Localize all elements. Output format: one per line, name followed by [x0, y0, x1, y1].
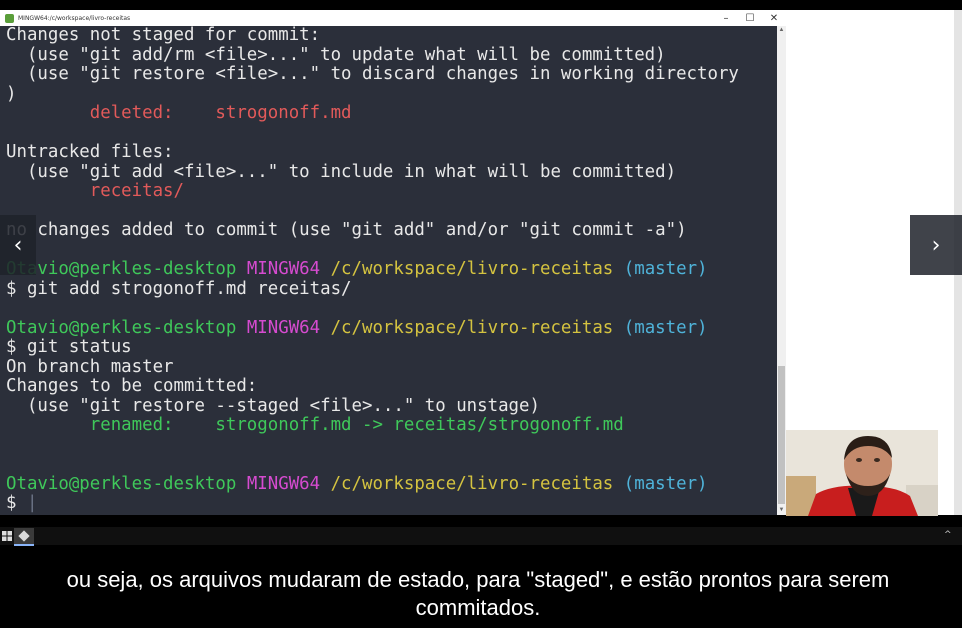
window-title: MINGW64:/c/workspace/livro-receitas: [18, 14, 131, 22]
terminal-line: ): [6, 83, 776, 105]
terminal-line: (use "git add/rm <file>..." to update wh…: [6, 44, 776, 66]
terminal-line: renamed: strogonoff.md -> receitas/strog…: [6, 415, 776, 436]
terminal-line: Changes to be committed:: [6, 376, 776, 397]
tray-expand-icon[interactable]: ^: [944, 530, 952, 540]
minimize-button[interactable]: –: [714, 10, 738, 26]
webcam-overlay: [786, 430, 938, 516]
windows-taskbar: ^: [0, 527, 962, 546]
video-subtitle: ou seja, os arquivos mudaram de estado, …: [18, 566, 938, 622]
terminal-text-segment: no changes added to commit (use "git add…: [6, 220, 687, 240]
git-bash-icon: [5, 13, 14, 23]
terminal-line: receitas/: [6, 181, 776, 202]
terminal-line: no changes added to commit (use "git add…: [6, 220, 776, 241]
terminal-text-segment: On branch master: [6, 356, 174, 377]
maximize-button[interactable]: ☐: [738, 10, 762, 26]
terminal-line: (use "git add <file>..." to include in w…: [6, 161, 776, 183]
terminal-line: Otavio@perkles-desktop MINGW64 /c/worksp…: [6, 473, 776, 495]
terminal-text-segment: $ git add strogonoff.md receitas/: [6, 278, 352, 299]
terminal-line: $ git add strogonoff.md receitas/: [6, 278, 776, 300]
terminal-text-segment: Otavio@perkles-desktop: [6, 473, 247, 494]
terminal-text-segment: /c/workspace/livro-receitas: [330, 473, 624, 494]
terminal-text-segment: (use "git add <file>..." to include in w…: [6, 161, 677, 182]
terminal-text-segment: Otavio@perkles-desktop: [6, 317, 247, 338]
terminal-text-segment: (use "git add/rm <file>..." to update wh…: [6, 44, 666, 65]
terminal-text-segment: (use "git restore <file>..." to discard …: [6, 64, 739, 84]
terminal-text-segment: Changes to be committed:: [6, 376, 258, 396]
terminal-text-segment: deleted: strogonoff.md: [6, 103, 352, 123]
terminal-line: (use "git restore <file>..." to discard …: [6, 64, 776, 85]
scrollbar-thumb[interactable]: [778, 366, 785, 504]
terminal-text-segment: MINGW64: [246, 259, 331, 279]
terminal-text-segment: (master): [623, 473, 708, 494]
terminal-text-segment: /c/workspace/livro-receitas: [330, 259, 624, 279]
terminal-text-segment: renamed: strogonoff.md -> receitas/strog…: [6, 415, 624, 435]
terminal-line: Otavio@perkles-desktop MINGW64 /c/worksp…: [6, 259, 776, 280]
terminal-line: $ |: [6, 493, 776, 514]
terminal-window: MINGW64:/c/workspace/livro-receitas – ☐ …: [0, 10, 786, 515]
terminal-line: deleted: strogonoff.md: [6, 103, 776, 124]
scroll-down-arrow-icon[interactable]: ▼: [777, 506, 786, 515]
terminal-text-segment: receitas/: [6, 181, 184, 201]
terminal-line: Untracked files:: [6, 142, 776, 163]
terminal-scrollbar[interactable]: ▲ ▼: [777, 26, 786, 515]
terminal-text-segment: $: [6, 493, 27, 513]
terminal-output[interactable]: Changes not staged for commit: (use "git…: [6, 26, 776, 515]
terminal-text-segment: ): [6, 83, 17, 104]
prev-slide-button[interactable]: ‹: [0, 215, 36, 275]
terminal-text-segment: /c/workspace/livro-receitas: [330, 317, 624, 338]
windows-start-icon[interactable]: [2, 531, 12, 541]
terminal-cursor: |: [26, 493, 38, 513]
terminal-text-segment: $ git status: [6, 337, 132, 357]
terminal-text-segment: (master): [623, 259, 708, 279]
terminal-text-segment: Otavio@perkles-desktop: [6, 259, 247, 279]
terminal-text-segment: Untracked files:: [6, 142, 174, 162]
chevron-left-icon: ‹: [13, 232, 23, 258]
close-button[interactable]: ✕: [762, 10, 786, 26]
terminal-text-segment: MINGW64: [246, 473, 331, 494]
terminal-line: $ git status: [6, 337, 776, 358]
terminal-text-segment: MINGW64: [246, 317, 331, 338]
taskbar-git-bash-button[interactable]: [14, 528, 34, 546]
git-bash-taskbar-icon: [18, 530, 30, 542]
window-controls: – ☐ ✕: [714, 10, 786, 26]
next-slide-button[interactable]: ›: [910, 215, 962, 275]
terminal-line: Otavio@perkles-desktop MINGW64 /c/worksp…: [6, 317, 776, 339]
scroll-up-arrow-icon[interactable]: ▲: [777, 26, 786, 35]
terminal-text-segment: Changes not staged for commit:: [6, 26, 321, 45]
terminal-line: Changes not staged for commit:: [6, 26, 776, 46]
terminal-line: (use "git restore --staged <file>..." to…: [6, 395, 776, 417]
terminal-line: On branch master: [6, 356, 776, 378]
presenter-image: [786, 430, 938, 516]
chevron-right-icon: ›: [931, 232, 941, 258]
terminal-text-segment: (master): [623, 317, 708, 338]
window-titlebar[interactable]: MINGW64:/c/workspace/livro-receitas – ☐ …: [0, 10, 786, 26]
terminal-text-segment: (use "git restore --staged <file>..." to…: [6, 395, 540, 416]
